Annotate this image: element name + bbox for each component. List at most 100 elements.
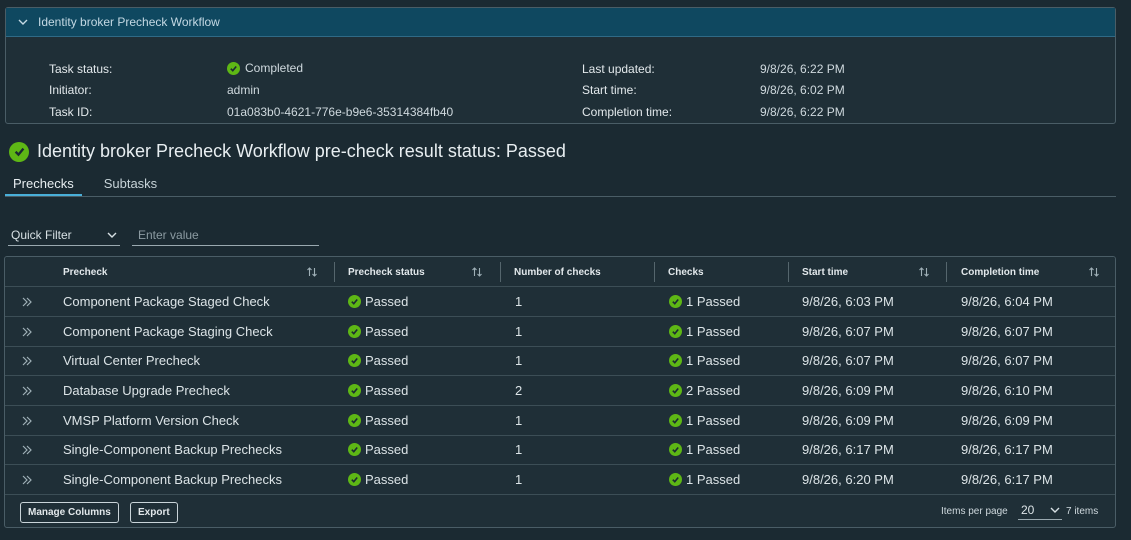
table-row[interactable]: Virtual Center Precheck Passed 1 1 Passed 9/…: [5, 346, 1115, 376]
column-header-precheck-status[interactable]: Precheck status: [348, 257, 425, 286]
result-status-text: Identity broker Precheck Workflow pre-ch…: [37, 141, 566, 161]
column-separator[interactable]: [788, 262, 789, 282]
sort-icon[interactable]: [1088, 266, 1100, 278]
tab-subtasks[interactable]: Subtasks: [96, 173, 165, 196]
table-row[interactable]: Component Package Staged Check Passed 1 1 P…: [5, 287, 1115, 317]
initiator-label: Initiator:: [49, 83, 92, 97]
precheck-name: Single-Component Backup Prechecks: [63, 472, 282, 487]
completion-time: 9/8/26, 6:07 PM: [961, 324, 1053, 339]
column-separator[interactable]: [500, 262, 501, 282]
double-chevron-right-icon: [22, 386, 32, 395]
chevron-down-icon: [107, 232, 117, 238]
completion-time: 9/8/26, 6:17 PM: [961, 472, 1053, 487]
double-chevron-right-icon: [22, 356, 32, 365]
table-row[interactable]: Database Upgrade Precheck Passed 2 2 Passed…: [5, 376, 1115, 406]
prechecks-datagrid: Precheck Precheck status Number of check…: [4, 256, 1116, 528]
row-expander[interactable]: [21, 287, 33, 316]
double-chevron-right-icon: [22, 416, 32, 425]
checks-summary-text: 1 Passed: [686, 472, 741, 487]
completion-time: 9/8/26, 6:17 PM: [961, 442, 1053, 457]
column-header-checks[interactable]: Checks: [668, 257, 704, 286]
sort-icon[interactable]: [306, 266, 318, 278]
check-circle-icon: [669, 325, 682, 338]
task-status-value: Completed: [227, 61, 303, 75]
row-expander[interactable]: [21, 376, 33, 405]
column-separator[interactable]: [334, 262, 335, 282]
task-details-panel: Identity broker Precheck Workflow Task s…: [5, 7, 1116, 124]
quick-filter-select[interactable]: Quick Filter: [8, 227, 120, 246]
number-of-checks: 1: [515, 294, 523, 309]
precheck-status: Passed: [348, 346, 408, 375]
table-row[interactable]: Single-Component Backup Prechecks Passed 1…: [5, 435, 1115, 465]
precheck-status: Passed: [348, 287, 408, 316]
filter-value-input[interactable]: [132, 227, 319, 246]
items-per-page-label: Items per page: [941, 506, 1008, 517]
number-of-checks: 1: [515, 324, 523, 339]
check-circle-icon: [348, 354, 361, 367]
table-row[interactable]: Single-Component Backup Prechecks Passed 1…: [5, 465, 1115, 495]
row-expander[interactable]: [21, 317, 33, 346]
precheck-status: Passed: [348, 465, 408, 494]
chevron-down-icon: [1050, 507, 1060, 513]
number-of-checks: 2: [515, 383, 523, 398]
check-circle-icon: [348, 414, 361, 427]
start-time: 9/8/26, 6:07 PM: [802, 324, 894, 339]
grid-header-row: Precheck Precheck status Number of check…: [5, 257, 1115, 287]
tab-prechecks[interactable]: Prechecks: [5, 173, 82, 196]
task-status-label: Task status:: [49, 62, 113, 76]
completion-time-value: 9/8/26, 6:22 PM: [760, 105, 845, 119]
task-panel-title: Identity broker Precheck Workflow: [38, 15, 220, 29]
start-time: 9/8/26, 6:03 PM: [802, 294, 894, 309]
number-of-checks: 1: [515, 353, 523, 368]
items-per-page-select[interactable]: 20: [1018, 501, 1062, 520]
precheck-name: Component Package Staged Check: [63, 294, 270, 309]
sort-icon[interactable]: [918, 266, 930, 278]
checks-summary: 1 Passed: [669, 406, 740, 435]
check-circle-icon: [669, 384, 682, 397]
row-expander[interactable]: [21, 406, 33, 435]
column-separator[interactable]: [946, 262, 947, 282]
last-updated-label: Last updated:: [582, 62, 655, 76]
checks-summary: 1 Passed: [669, 346, 740, 375]
start-time: 9/8/26, 6:20 PM: [802, 472, 894, 487]
task-id-label: Task ID:: [49, 105, 93, 119]
table-row[interactable]: Component Package Staging Check Passed 1 1 …: [5, 317, 1115, 347]
precheck-status: Passed: [348, 406, 408, 435]
double-chevron-right-icon: [22, 327, 32, 336]
checks-summary-text: 1 Passed: [686, 442, 741, 457]
tab-bar: Prechecks Subtasks: [5, 173, 1116, 197]
row-expander[interactable]: [21, 346, 33, 375]
completion-time: 9/8/26, 6:07 PM: [961, 353, 1053, 368]
chevron-down-icon: [18, 19, 28, 25]
column-separator[interactable]: [654, 262, 655, 282]
completion-time: 9/8/26, 6:09 PM: [961, 413, 1053, 428]
checks-summary-text: 1 Passed: [686, 294, 741, 309]
row-expander[interactable]: [21, 435, 33, 464]
task-status-text: Completed: [245, 61, 304, 75]
checks-summary: 2 Passed: [669, 376, 740, 405]
manage-columns-button[interactable]: Manage Columns: [20, 502, 119, 523]
precheck-status-text: Passed: [365, 413, 409, 428]
table-row[interactable]: VMSP Platform Version Check Passed 1 1 Pass…: [5, 406, 1115, 436]
sort-icon[interactable]: [471, 266, 483, 278]
column-header-number-of-checks[interactable]: Number of checks: [514, 257, 601, 286]
row-expander[interactable]: [21, 465, 33, 494]
column-header-completion-time[interactable]: Completion time: [961, 257, 1039, 286]
column-header-precheck[interactable]: Precheck: [63, 257, 107, 286]
column-header-start-time[interactable]: Start time: [802, 257, 848, 286]
task-id-value: 01a083b0-4621-776e-b9e6-35314384fb40: [227, 105, 454, 119]
start-time: 9/8/26, 6:09 PM: [802, 383, 894, 398]
checks-summary: 1 Passed: [669, 435, 740, 464]
precheck-status-text: Passed: [365, 383, 409, 398]
check-circle-icon: [348, 443, 361, 456]
check-circle-icon: [348, 325, 361, 338]
checks-summary-text: 1 Passed: [686, 324, 741, 339]
check-circle-icon: [669, 295, 682, 308]
export-button[interactable]: Export: [130, 502, 178, 523]
check-circle-icon: [348, 473, 361, 486]
completion-time: 9/8/26, 6:10 PM: [961, 383, 1053, 398]
precheck-status-text: Passed: [365, 294, 409, 309]
task-panel-header[interactable]: Identity broker Precheck Workflow: [6, 8, 1115, 37]
precheck-name: Database Upgrade Precheck: [63, 383, 230, 398]
number-of-checks: 1: [515, 413, 523, 428]
